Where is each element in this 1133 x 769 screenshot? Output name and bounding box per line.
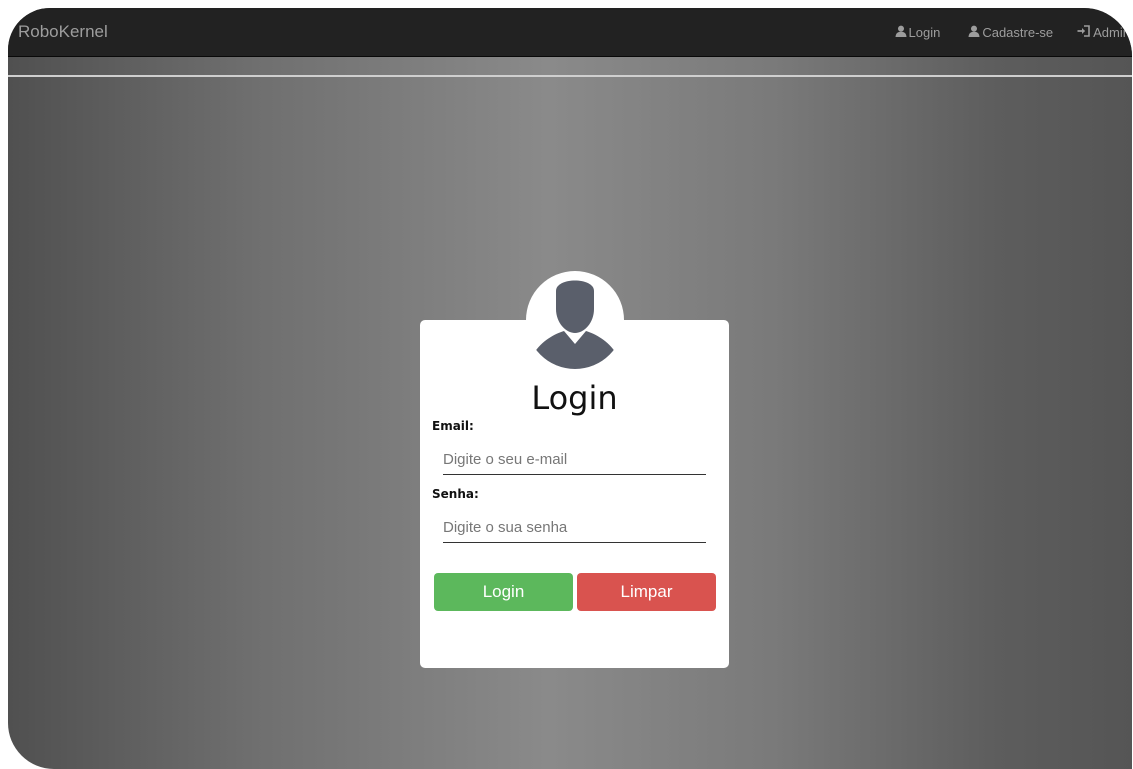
login-card: Login Email: Senha: Login Limpar bbox=[420, 320, 729, 668]
nav-login-link[interactable]: Login bbox=[895, 24, 941, 40]
nav-register-label: Cadastre-se bbox=[982, 24, 1054, 40]
app-window: RoboKernel Login Cadastre-se Admin Login… bbox=[8, 8, 1132, 769]
user-icon bbox=[968, 25, 982, 40]
brand-logo[interactable]: RoboKernel bbox=[18, 22, 108, 42]
clear-button[interactable]: Limpar bbox=[577, 573, 716, 611]
user-icon bbox=[895, 25, 909, 40]
email-label: Email: bbox=[432, 419, 474, 433]
login-title: Login bbox=[531, 379, 618, 417]
nav-login-label: Login bbox=[908, 24, 941, 40]
navbar: RoboKernel Login Cadastre-se Admin bbox=[8, 8, 1132, 57]
password-input[interactable] bbox=[443, 512, 706, 543]
log-in-icon bbox=[1077, 24, 1093, 40]
nav-register-link[interactable]: Cadastre-se bbox=[968, 25, 1053, 40]
nav-admin-link[interactable]: Admin bbox=[1077, 25, 1130, 40]
nav-links: Login Cadastre-se Admin bbox=[867, 8, 1132, 56]
email-input[interactable] bbox=[443, 444, 706, 475]
user-avatar-icon bbox=[526, 271, 624, 369]
header-divider bbox=[8, 75, 1132, 77]
password-label: Senha: bbox=[432, 487, 479, 501]
nav-admin-label: Admin bbox=[1093, 24, 1130, 40]
login-button[interactable]: Login bbox=[434, 573, 573, 611]
